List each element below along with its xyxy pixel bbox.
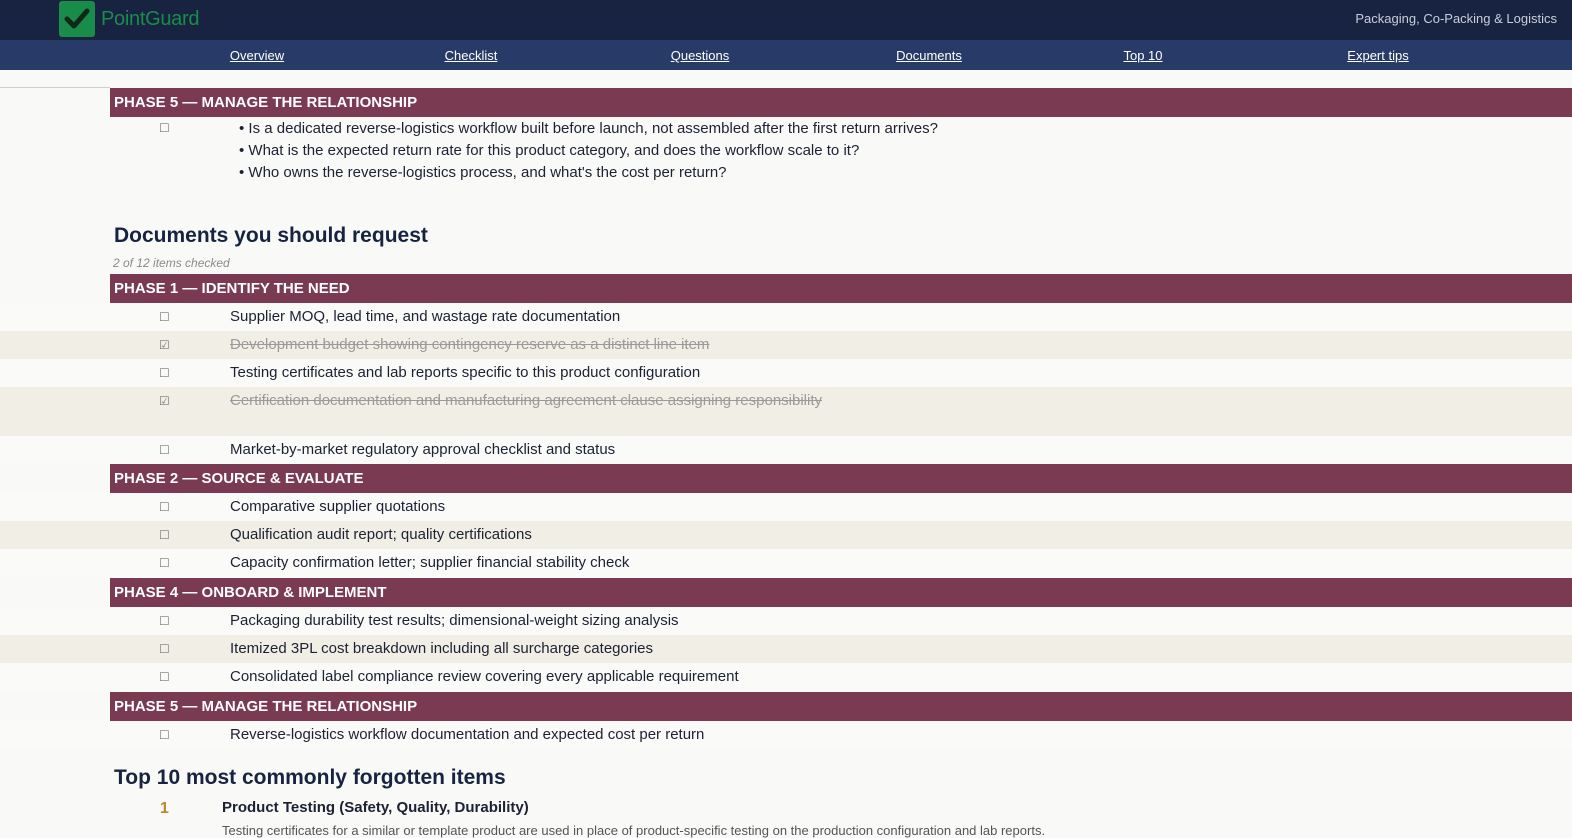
phase-header: PHASE 2 — SOURCE & EVALUATE	[110, 464, 1572, 493]
brand-logo[interactable]: PointGuard	[59, 1, 199, 37]
document-row[interactable]: ☐ Qualification audit report; quality ce…	[0, 521, 1572, 549]
nav-overview[interactable]: Overview	[230, 48, 284, 63]
checkbox[interactable]: ☐	[159, 442, 170, 458]
checkbox[interactable]: ☐	[159, 365, 170, 381]
phase-header: PHASE 1 — IDENTIFY THE NEED	[110, 274, 1572, 303]
nav-checklist[interactable]: Checklist	[445, 48, 498, 63]
document-row[interactable]: ☑ Development budget showing contingency…	[0, 331, 1572, 359]
checkbox-checked[interactable]: ☑	[159, 337, 170, 353]
question-line: • Who owns the reverse-logistics process…	[239, 164, 727, 181]
question-line: • What is the expected return rate for t…	[239, 142, 860, 159]
divider	[0, 87, 110, 88]
checkbox[interactable]: ☐	[159, 669, 170, 685]
checkbox[interactable]: ☐	[159, 613, 170, 629]
section-title-documents: Documents you should request	[114, 224, 428, 247]
document-row[interactable]: ☐ Comparative supplier quotations	[0, 493, 1572, 521]
document-row[interactable]: ☐ Capacity confirmation letter; supplier…	[0, 549, 1572, 577]
checkbox-checked[interactable]: ☑	[159, 393, 170, 409]
top10-item-description: Testing certificates for a similar or te…	[222, 823, 1046, 838]
checkbox[interactable]: ☐	[159, 555, 170, 571]
checkbox[interactable]: ☐	[159, 499, 170, 515]
nav-expert-tips[interactable]: Expert tips	[1347, 48, 1408, 63]
document-item: Testing certificates and lab reports spe…	[230, 364, 701, 381]
document-item: Packaging durability test results; dimen…	[230, 612, 679, 629]
document-row[interactable]: ☑ Certification documentation and manufa…	[0, 387, 1572, 436]
main-nav: Overview Checklist Questions Documents T…	[0, 40, 1572, 70]
document-row[interactable]: ☐ Reverse-logistics workflow documentati…	[0, 721, 1572, 749]
document-item: Itemized 3PL cost breakdown including al…	[230, 640, 654, 657]
document-item: Qualification audit report; quality cert…	[230, 526, 532, 543]
question-checkbox[interactable]: ☐	[159, 121, 170, 135]
question-line: • Is a dedicated reverse-logistics workf…	[239, 120, 938, 137]
document-item: Certification documentation and manufact…	[230, 392, 823, 409]
category-label: Packaging, Co-Packing & Logistics	[1355, 11, 1557, 26]
phase-header: PHASE 4 — ONBOARD & IMPLEMENT	[110, 578, 1572, 607]
checkbox[interactable]: ☐	[159, 641, 170, 657]
document-item: Capacity confirmation letter; supplier f…	[230, 554, 630, 571]
phase-header: PHASE 5 — MANAGE THE RELATIONSHIP	[110, 692, 1572, 721]
checkbox[interactable]: ☐	[159, 527, 170, 543]
document-item: Market-by-market regulatory approval che…	[230, 441, 616, 458]
brand-name: PointGuard	[101, 7, 200, 30]
document-row[interactable]: ☐ Testing certificates and lab reports s…	[0, 359, 1572, 387]
top10-item-title: Product Testing (Safety, Quality, Durabi…	[222, 799, 529, 816]
document-row[interactable]: ☐ Itemized 3PL cost breakdown including …	[0, 635, 1572, 663]
document-item: Reverse-logistics workflow documentation…	[230, 726, 705, 743]
checkbox[interactable]: ☐	[159, 309, 170, 325]
document-item: Development budget showing contingency r…	[230, 336, 710, 353]
top-header: PointGuard Packaging, Co-Packing & Logis…	[0, 0, 1572, 40]
top10-rank: 1	[160, 800, 169, 817]
section-title-top10: Top 10 most commonly forgotten items	[114, 766, 506, 789]
checkbox[interactable]: ☐	[159, 727, 170, 743]
document-item: Supplier MOQ, lead time, and wastage rat…	[230, 308, 621, 325]
document-row[interactable]: ☐ Packaging durability test results; dim…	[0, 607, 1572, 635]
phase-header: PHASE 5 — MANAGE THE RELATIONSHIP	[110, 88, 1572, 117]
checkmark-icon	[59, 1, 95, 37]
document-item: Consolidated label compliance review cov…	[230, 668, 739, 685]
nav-documents[interactable]: Documents	[896, 48, 962, 63]
document-row[interactable]: ☐ Supplier MOQ, lead time, and wastage r…	[0, 303, 1572, 331]
document-row[interactable]: ☐ Consolidated label compliance review c…	[0, 663, 1572, 691]
document-item: Comparative supplier quotations	[230, 498, 446, 515]
document-row[interactable]: ☐ Market-by-market regulatory approval c…	[0, 436, 1572, 464]
nav-top-10[interactable]: Top 10	[1123, 48, 1162, 63]
nav-questions[interactable]: Questions	[671, 48, 730, 63]
checked-count: 2 of 12 items checked	[113, 256, 230, 270]
